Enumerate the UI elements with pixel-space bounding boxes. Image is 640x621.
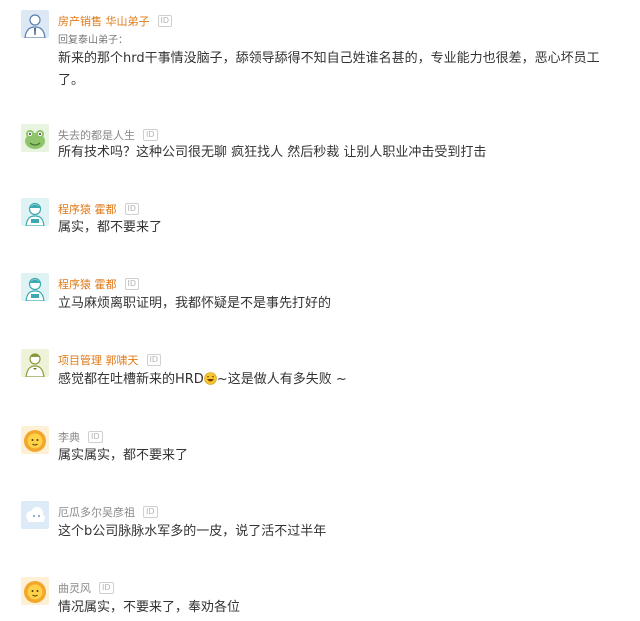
id-badge[interactable]: ID [143,506,158,518]
comment-text: 感觉都在吐槽新来的HRD ~这是做人有多失败 ~ [58,369,618,391]
username-link[interactable]: 程序猿 霍都 [58,276,117,292]
id-badge[interactable]: ID [99,582,114,594]
username-link[interactable]: 厄瓜多尔吴彦祖 [58,504,135,520]
username-link[interactable]: 曲灵风 [58,580,91,596]
id-badge[interactable]: ID [88,431,103,443]
manager-avatar-icon[interactable] [21,349,49,377]
comment-text: 立马麻烦离职证明，我都怀疑是不是事先打好的 [58,296,332,311]
username-link[interactable]: 李典 [58,429,80,445]
comment-text: 属实属实，都不要来了 [58,448,189,463]
id-badge[interactable]: ID [157,15,173,27]
comment-text: 这个b公司脉脉水军多的一皮，说了活不过半年 [58,524,327,539]
comment-text: 新来的那个hrd干事情没脑子，舔领导舔得不知自己姓谁名甚的，专业能力也很差，恶心… [58,51,600,88]
username-link[interactable]: 程序猿 霍都 [58,201,117,217]
comment-text: 属实，都不要来了 [58,220,163,235]
comment-text-part: 感觉都在吐槽新来的HRD [58,372,204,387]
id-badge[interactable]: ID [124,203,140,215]
lion-avatar-icon[interactable] [21,426,49,454]
comment-text: 情况属实，不要来了，奉劝各位 [58,600,241,615]
lion-avatar-icon[interactable] [21,577,49,605]
person-white-shirt-avatar-icon[interactable] [21,10,49,38]
programmer-avatar-icon[interactable] [21,273,49,301]
programmer-avatar-icon[interactable] [21,198,49,226]
comment-text-part: ~这是做人有多失败 ~ [216,372,347,387]
cloud-avatar-icon[interactable] [21,501,49,529]
comment-text: 所有技术吗？这种公司很无聊 疯狂找人 然后秒裁 让别人职业冲击受到打击 [58,145,487,160]
id-badge[interactable]: ID [124,278,140,290]
frog-avatar-icon[interactable] [21,124,49,152]
id-badge[interactable]: ID [143,129,158,141]
laughing-emoji-icon [204,371,217,385]
username-link[interactable]: 项目管理 郭啸天 [58,352,139,368]
id-badge[interactable]: ID [146,354,162,366]
username-link[interactable]: 房产销售 华山弟子 [58,13,150,29]
reply-to-label: 回复泰山弟子： [58,35,128,46]
username-link[interactable]: 失去的都是人生 [58,127,135,143]
